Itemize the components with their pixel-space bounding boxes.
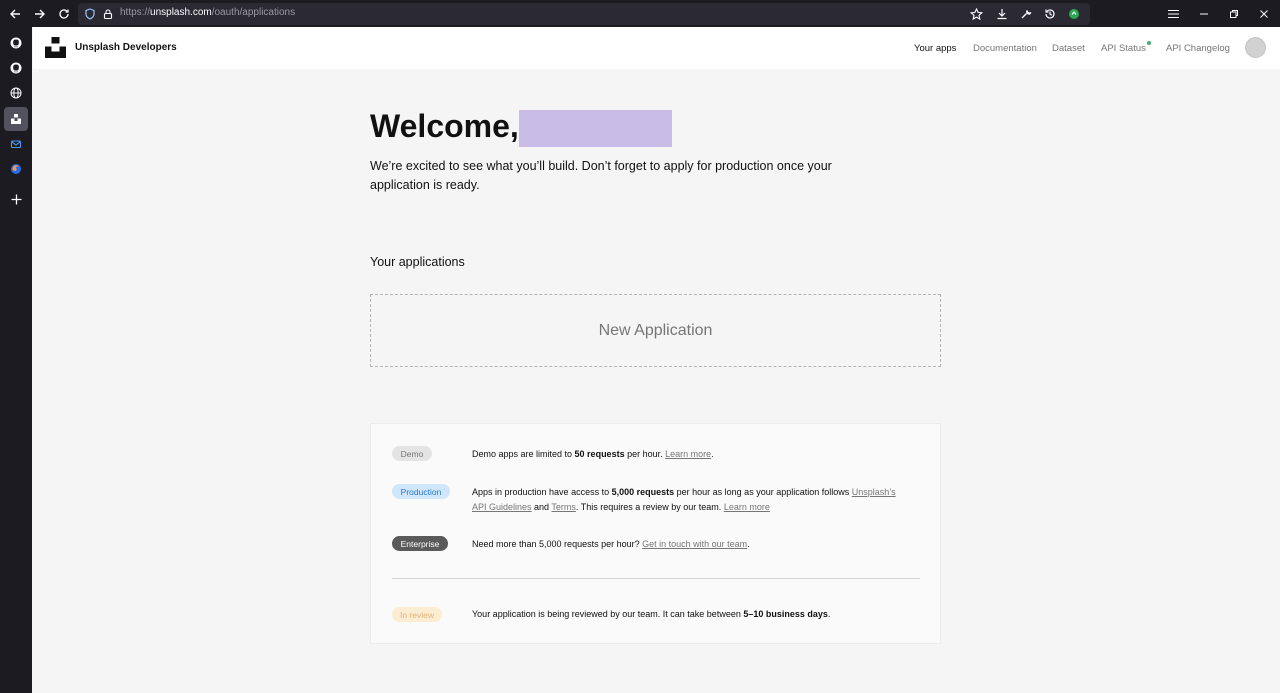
- review-text-2: .: [827, 609, 831, 619]
- close-icon[interactable]: [1254, 4, 1274, 24]
- rate-limit-info: Demo Demo apps are limited to 50 request…: [370, 423, 941, 644]
- review-duration: 5–10 business days: [743, 609, 828, 619]
- production-text-1: Apps in production have access to: [472, 487, 612, 497]
- in-review-badge: In review: [392, 607, 442, 622]
- mail-icon[interactable]: [4, 132, 28, 156]
- github-icon[interactable]: [4, 31, 28, 55]
- demo-learn-more-link[interactable]: Learn more: [665, 449, 711, 459]
- minimize-icon[interactable]: [1194, 4, 1214, 24]
- forward-icon[interactable]: [30, 4, 50, 24]
- divider: [392, 578, 920, 579]
- production-text-4: . This requires a review by our team.: [575, 501, 724, 512]
- page-title: Welcome,: [370, 108, 519, 144]
- browser-toolbar: https://unsplash.com/oauth/applications: [0, 0, 1280, 27]
- browser-sidebar: [0, 27, 32, 693]
- extension-icon[interactable]: [1064, 4, 1084, 24]
- restore-icon[interactable]: [1224, 4, 1244, 24]
- demo-limit: 50 requests: [574, 449, 625, 459]
- avatar[interactable]: [1245, 37, 1266, 58]
- demo-text-1: Demo apps are limited to: [472, 449, 575, 459]
- history-icon[interactable]: [1040, 4, 1060, 24]
- bookmark-star-icon[interactable]: [966, 4, 986, 24]
- enterprise-text-1: Need more than 5,000 requests per hour?: [472, 539, 643, 549]
- enterprise-text-2: .: [747, 539, 750, 549]
- production-limit: 5,000 requests: [611, 487, 675, 497]
- demo-text-2: per hour.: [624, 449, 666, 459]
- demo-text-3: .: [711, 449, 714, 459]
- wrench-icon[interactable]: [1016, 4, 1036, 24]
- url-domain: unsplash.com: [150, 7, 212, 18]
- brand-title[interactable]: Unsplash Developers: [75, 42, 177, 53]
- site-header: Unsplash Developers Your apps Documentat…: [33, 27, 1280, 69]
- unsplash-tab-icon[interactable]: [4, 107, 28, 131]
- intro-text: We’re excited to see what you’ll build. …: [370, 159, 832, 192]
- new-application-button[interactable]: New Application: [370, 294, 941, 367]
- review-text-1: Your application is being reviewed by ou…: [472, 609, 744, 619]
- production-text-3: and: [531, 501, 552, 512]
- menu-icon[interactable]: [1163, 4, 1183, 24]
- shield-icon[interactable]: [80, 4, 100, 24]
- nav-dataset[interactable]: Dataset: [1052, 43, 1085, 54]
- github-icon[interactable]: [4, 56, 28, 80]
- nav-api-changelog[interactable]: API Changelog: [1166, 43, 1230, 54]
- contact-team-link[interactable]: Get in touch with our team: [642, 539, 747, 549]
- unsplash-logo-icon[interactable]: [45, 37, 66, 58]
- enterprise-badge: Enterprise: [392, 536, 448, 551]
- demo-description: Demo apps are limited to 50 requests per…: [472, 447, 912, 462]
- lock-icon[interactable]: [98, 4, 118, 24]
- review-description: Your application is being reviewed by ou…: [472, 607, 912, 622]
- nav-your-apps[interactable]: Your apps: [914, 43, 956, 54]
- back-icon[interactable]: [5, 4, 25, 24]
- production-badge: Production: [392, 484, 450, 499]
- download-icon[interactable]: [992, 4, 1012, 24]
- demo-badge: Demo: [392, 446, 432, 461]
- url-path: /oauth/applications: [211, 7, 296, 18]
- reload-icon[interactable]: [54, 4, 74, 24]
- production-learn-more-link[interactable]: Learn more: [724, 502, 770, 512]
- add-panel-icon[interactable]: [4, 187, 28, 211]
- production-description: Apps in production have access to 5,000 …: [472, 485, 912, 514]
- terms-link[interactable]: Terms: [551, 502, 576, 512]
- url-text[interactable]: https://unsplash.com/oauth/applications: [120, 7, 295, 18]
- firefox-icon[interactable]: [4, 157, 28, 181]
- url-prefix: https://: [120, 7, 151, 18]
- redacted-username: [519, 110, 672, 147]
- status-indicator: [1147, 41, 1151, 45]
- globe-icon[interactable]: [4, 81, 28, 105]
- nav-documentation[interactable]: Documentation: [973, 43, 1037, 54]
- nav-api-status[interactable]: API Status: [1101, 43, 1146, 54]
- production-text-2: per hour as long as your application fol…: [674, 487, 852, 497]
- applications-heading: Your applications: [370, 255, 465, 269]
- enterprise-description: Need more than 5,000 requests per hour? …: [472, 537, 912, 552]
